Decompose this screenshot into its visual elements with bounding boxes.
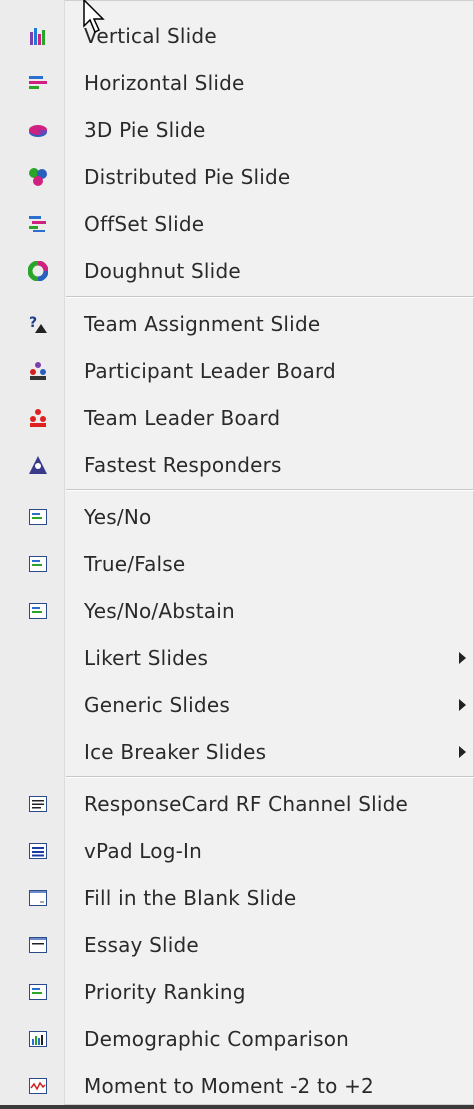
menu-item-yes-no-abstain[interactable]: Yes/No/Abstain [0,588,474,634]
menu-item-horizontal-slide[interactable]: Horizontal Slide [0,60,474,106]
menu-item-label: Yes/No [84,505,152,529]
mouse-pointer-icon [83,0,105,34]
menu-item-label: 3D Pie Slide [84,118,206,142]
menu-item-label: Fill in the Blank Slide [84,886,297,910]
menu-separator [66,776,474,778]
team-assignment-icon: ? [29,315,47,333]
menu-item-label: Distributed Pie Slide [84,165,291,189]
menu-item-responsecard-rf-channel-slide[interactable]: ResponseCard RF Channel Slide [0,781,474,827]
menu-item-label: Essay Slide [84,933,199,957]
menu-item-vpad-log-in[interactable]: vPad Log-In [0,828,474,874]
menu-item-yes-no[interactable]: Yes/No [0,494,474,540]
vpad-login-icon [29,843,47,859]
menu-item-label: Generic Slides [84,693,230,717]
menu-item-label: OffSet Slide [84,212,205,236]
channel-slide-icon [29,796,47,812]
menu-item-distributed-pie-slide[interactable]: Distributed Pie Slide [0,154,474,200]
menu-item-label: Participant Leader Board [84,359,336,383]
menu-item-label: Team Leader Board [84,406,281,430]
menu-item-fill-in-the-blank-slide[interactable]: Fill in the Blank Slide [0,875,474,921]
horizontal-bar-chart-icon [29,76,47,89]
menu-separator [66,296,474,298]
menu-item-doughnut-slide[interactable]: Doughnut Slide [0,248,474,294]
menu-separator [66,489,474,491]
slide-icon [29,509,47,525]
menu-item-generic-slides[interactable]: Generic Slides [0,682,474,728]
menu-item-true-false[interactable]: True/False [0,541,474,587]
priority-ranking-icon [29,984,47,1000]
submenu-arrow-icon [459,652,466,664]
fastest-responders-icon [29,456,47,474]
team-leader-icon [30,409,46,427]
menu-item-label: Demographic Comparison [84,1027,350,1051]
participant-leader-icon [30,362,46,380]
slide-icon [29,556,47,572]
svg-text:?: ? [29,315,37,331]
submenu-arrow-icon [459,699,466,711]
menu-item-label: vPad Log-In [84,839,203,863]
essay-slide-icon [29,937,47,953]
menu-item-essay-slide[interactable]: Essay Slide [0,922,474,968]
menu-item-team-assignment-slide[interactable]: ? Team Assignment Slide [0,301,474,347]
menu-item-label: Fastest Responders [84,453,282,477]
menu-item-label: Priority Ranking [84,980,246,1004]
menu-item-team-leader-board[interactable]: Team Leader Board [0,395,474,441]
menu-item-likert-slides[interactable]: Likert Slides [0,635,474,681]
menu-item-fastest-responders[interactable]: Fastest Responders [0,442,474,488]
menu-item-participant-leader-board[interactable]: Participant Leader Board [0,348,474,394]
fill-blank-icon [29,890,47,906]
menu-item-priority-ranking[interactable]: Priority Ranking [0,969,474,1015]
3d-pie-icon [29,125,47,137]
menu-item-ice-breaker-slides[interactable]: Ice Breaker Slides [0,729,474,775]
distributed-pie-icon [29,168,47,186]
menu-item-label: Ice Breaker Slides [84,740,267,764]
menu-item-label: ResponseCard RF Channel Slide [84,792,409,816]
menu-item-label: True/False [84,552,186,576]
menu-item-label: Likert Slides [84,646,209,670]
moment-to-moment-icon [29,1078,47,1094]
menu-item-offset-slide[interactable]: OffSet Slide [0,201,474,247]
menu-item-label: Doughnut Slide [84,259,241,283]
menu-item-label: Team Assignment Slide [84,312,321,336]
menu-item-label: Horizontal Slide [84,71,245,95]
menu-item-label: Yes/No/Abstain [84,599,235,623]
menu-item-moment-to-moment[interactable]: Moment to Moment -2 to +2 [0,1063,474,1109]
doughnut-chart-icon [28,261,48,281]
menu-item-label: Moment to Moment -2 to +2 [84,1074,374,1098]
context-menu: Vertical Slide Horizontal Slide 3D Pie S… [0,0,474,1105]
vertical-bar-chart-icon [30,28,45,45]
menu-item-demographic-comparison[interactable]: Demographic Comparison [0,1016,474,1062]
menu-item-3d-pie-slide[interactable]: 3D Pie Slide [0,107,474,153]
submenu-arrow-icon [459,746,466,758]
slide-icon [29,603,47,619]
offset-chart-icon [29,216,46,232]
menu-item-vertical-slide[interactable]: Vertical Slide [0,13,474,59]
demographic-comparison-icon [29,1031,47,1047]
